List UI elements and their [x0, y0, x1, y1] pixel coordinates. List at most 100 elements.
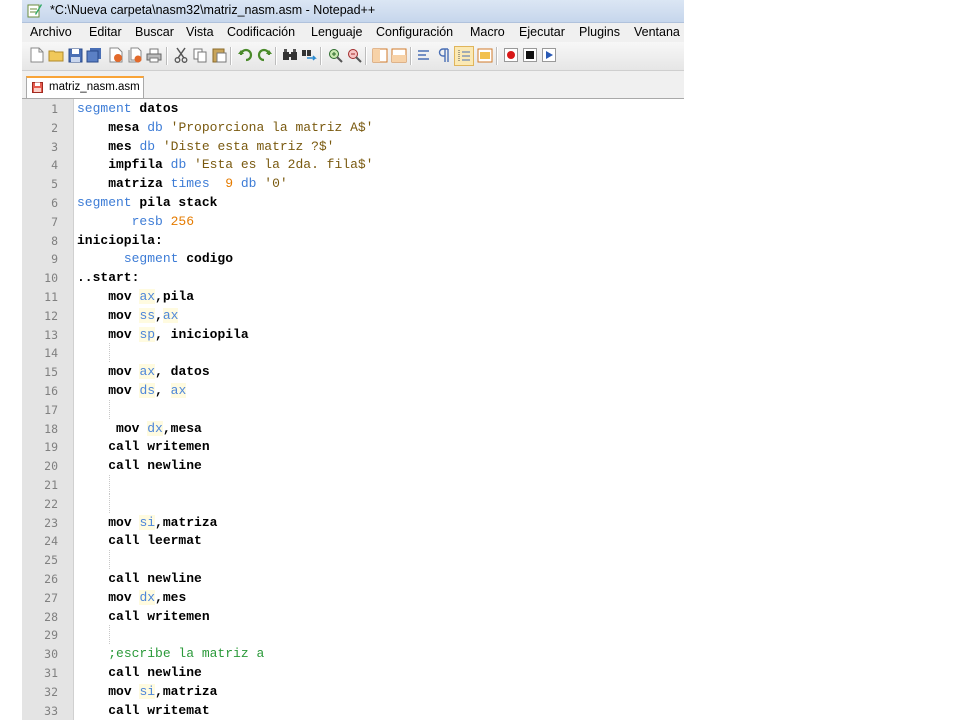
code-line: 16 mov ds, ax	[22, 381, 684, 400]
code-token: mov	[108, 683, 140, 699]
code-token: db	[240, 176, 257, 192]
code-text: mov dx,mes	[77, 589, 186, 605]
code-token: segment	[77, 195, 132, 210]
replace-icon[interactable]	[300, 46, 318, 64]
code-token: ax	[170, 383, 187, 398]
line-number: 26	[44, 572, 58, 586]
line-number: 3	[51, 139, 58, 154]
menu-codificacion[interactable]: Codificación	[227, 25, 295, 39]
line-number: 6	[51, 196, 58, 210]
code-text: mes db 'Diste esta matriz ?$'	[77, 139, 334, 154]
menu-vista[interactable]: Vista	[186, 25, 214, 39]
undo-icon[interactable]	[236, 46, 254, 64]
window-title: *C:\Nueva carpeta\nasm32\matriz_nasm.asm…	[50, 3, 376, 17]
code-line: 1 segment datos	[22, 99, 684, 118]
code-token: sp	[139, 326, 156, 342]
line-number: 7	[51, 214, 58, 229]
tab-label: matriz_nasm.asm	[49, 81, 140, 93]
paste-icon[interactable]	[210, 46, 228, 64]
menu-archivo[interactable]: Archivo	[30, 25, 72, 39]
stop-record-icon[interactable]	[521, 46, 539, 64]
menu-editar[interactable]: Editar	[89, 25, 122, 39]
line-number: 16	[44, 384, 58, 398]
save-icon[interactable]	[66, 46, 84, 64]
code-line: 9 segment codigo	[22, 249, 684, 268]
notepadpp-window: *C:\Nueva carpeta\nasm32\matriz_nasm.asm…	[22, 0, 684, 720]
new-file-icon[interactable]	[28, 46, 46, 64]
code-token: segment	[123, 251, 179, 267]
code-token: 256	[162, 213, 195, 229]
line-number: 28	[44, 609, 58, 624]
code-token: segment	[77, 101, 132, 116]
code-text: mov dx,mesa	[77, 420, 202, 436]
code-line: 3 mes db 'Diste esta matriz ?$'	[22, 137, 684, 156]
line-number: 19	[44, 440, 58, 455]
code-token: ,mesa	[162, 420, 202, 436]
menu-buscar[interactable]: Buscar	[135, 25, 174, 39]
code-text: segment datos	[77, 101, 178, 116]
code-token: resb	[131, 213, 163, 229]
code-line: 30 ;escribe la matriz a	[22, 644, 684, 663]
code-token: db	[139, 138, 156, 154]
code-token: ax	[139, 289, 156, 304]
menu-ejecutar[interactable]: Ejecutar	[519, 25, 565, 39]
record-macro-icon[interactable]	[502, 46, 520, 64]
indent-guide-icon[interactable]	[454, 46, 474, 66]
find-icon[interactable]	[281, 46, 299, 64]
code-token: 'Diste esta matriz ?$'	[155, 138, 335, 154]
code-token: mov	[108, 364, 140, 380]
code-token: ,matriza	[155, 683, 218, 699]
code-token: mesa	[108, 119, 148, 135]
print-icon[interactable]	[145, 46, 163, 64]
line-number: 29	[44, 628, 58, 643]
code-token: ,pila	[155, 289, 195, 304]
sync-v-icon[interactable]	[371, 46, 389, 64]
code-token: mov	[116, 420, 148, 436]
word-wrap-icon[interactable]	[416, 46, 434, 64]
save-all-icon[interactable]	[85, 46, 103, 64]
code-line: 31 call newline	[22, 663, 684, 682]
line-number: 32	[44, 684, 58, 699]
code-token: call writemen	[108, 439, 210, 455]
udl-icon[interactable]	[476, 46, 494, 64]
code-text: mov si,matriza	[77, 683, 218, 699]
line-number: 33	[44, 703, 58, 718]
zoom-out-icon[interactable]	[345, 46, 363, 64]
line-number: 13	[44, 327, 58, 342]
indent-guide	[109, 475, 110, 494]
code-line: 5 matriza times 9 db '0'	[22, 174, 684, 193]
unsaved-file-icon	[32, 82, 43, 93]
line-number: 15	[44, 365, 58, 380]
menu-ventana[interactable]: Ventana	[634, 25, 680, 39]
code-text: mov ax,pila	[77, 289, 194, 304]
code-token: 9	[209, 176, 241, 192]
sync-h-icon[interactable]	[390, 46, 408, 64]
menu-configuracion[interactable]: Configuración	[376, 25, 453, 39]
play-macro-icon[interactable]	[540, 46, 558, 64]
menu-plugins[interactable]: Plugins	[579, 25, 620, 39]
redo-icon[interactable]	[255, 46, 273, 64]
show-all-chars-icon[interactable]	[435, 46, 453, 64]
code-text: call leermat	[77, 533, 202, 548]
code-text: ..start:	[77, 270, 139, 285]
close-icon[interactable]	[107, 46, 125, 64]
zoom-in-icon[interactable]	[326, 46, 344, 64]
code-line: 10 ..start:	[22, 268, 684, 287]
line-number: 11	[44, 290, 58, 304]
open-file-icon[interactable]	[47, 46, 65, 64]
tab-bar: matriz_nasm.asm	[22, 71, 684, 99]
close-all-icon[interactable]	[126, 46, 144, 64]
menu-lenguaje[interactable]: Lenguaje	[311, 25, 362, 39]
menu-macro[interactable]: Macro	[470, 25, 505, 39]
cut-icon[interactable]	[172, 46, 190, 64]
tab-matriz-nasm[interactable]: matriz_nasm.asm	[26, 76, 144, 98]
code-text: call writemen	[77, 439, 210, 455]
code-token: ,	[155, 307, 163, 323]
copy-icon[interactable]	[191, 46, 209, 64]
code-line: 32 mov si,matriza	[22, 682, 684, 701]
code-editor[interactable]: 1 segment datos 2 mesa db 'Proporciona la …	[22, 99, 684, 720]
code-text: call writemen	[77, 609, 209, 624]
toolbar	[22, 42, 684, 71]
code-token: call writemat	[108, 702, 210, 718]
code-line: 17	[22, 399, 684, 419]
